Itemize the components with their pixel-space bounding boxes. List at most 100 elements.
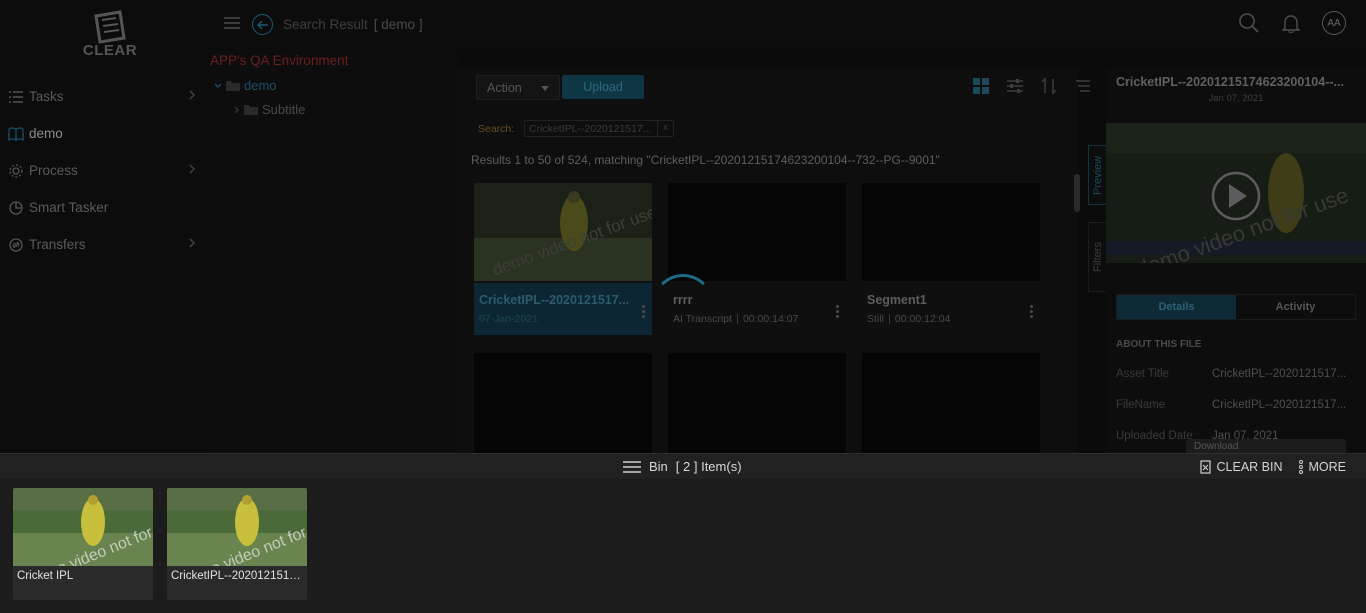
bin-item[interactable]: demo video not for use Cricket IPL (13, 488, 153, 600)
gear-icon (8, 163, 24, 179)
sort-icon[interactable] (1040, 77, 1058, 95)
more-label: MORE (1308, 460, 1347, 474)
asset-meta: CricketIPL--2020121517... 07-Jan-2021 (474, 283, 652, 335)
top-bar: Search Result [ demo ] AA (208, 0, 1366, 50)
asset-thumbnail (862, 183, 1040, 281)
results-scrollbar[interactable] (1074, 174, 1080, 212)
action-dropdown-label: Action (487, 81, 522, 95)
folder-icon (226, 81, 240, 91)
bin-title-text: Bin (649, 459, 668, 474)
asset-subtitle: 07-Jan-2021 (479, 313, 538, 325)
bin-item-thumbnail: demo video not for use (167, 488, 307, 566)
asset-card[interactable]: Segment1 Still 00:00:12:04 (862, 183, 1040, 335)
loading-spinner (652, 274, 714, 336)
more-button[interactable]: MORE (1298, 460, 1347, 474)
tree-node-demo[interactable]: demo (214, 78, 277, 93)
logo-text: CLEAR (82, 42, 138, 59)
top-actions: AA (1238, 11, 1346, 35)
sidebar-item-smart-tasker[interactable]: Smart Tasker (0, 189, 208, 226)
chevron-right-icon (189, 164, 195, 174)
environment-label: APP's QA Environment (210, 53, 349, 68)
arrow-left-icon (256, 20, 268, 29)
detail-value: CricketIPL--2020121517... (1212, 368, 1347, 380)
clear-bin-label: CLEAR BIN (1216, 460, 1283, 474)
tab-activity[interactable]: Activity (1236, 295, 1355, 319)
search-icon[interactable] (1238, 12, 1260, 34)
chevron-right-icon[interactable] (234, 106, 240, 114)
details-title: CricketIPL--20201215174623200104--... (1116, 75, 1344, 89)
detail-key: FileName (1116, 399, 1166, 411)
asset-card[interactable]: demo video not for use CricketIPL--20201… (474, 183, 652, 335)
asset-thumbnail (668, 183, 846, 281)
clear-bin-button[interactable]: CLEAR BIN (1199, 460, 1283, 474)
search-filter-chip[interactable]: CricketIPL--2020121517... x (524, 120, 674, 137)
avatar[interactable]: AA (1322, 11, 1346, 35)
tab-preview[interactable]: Preview (1088, 145, 1108, 205)
bin-item[interactable]: demo video not for use CricketIPL--20201… (167, 488, 307, 600)
sidebar-nav: Tasks demo Process Smart Tasker Transfer… (0, 78, 208, 263)
chevron-down-icon[interactable] (214, 83, 222, 89)
clear-logo-icon (94, 10, 126, 44)
page-title: Search Result [ demo ] (283, 17, 423, 32)
folder-tree: APP's QA Environment demo Subtitle (208, 50, 458, 453)
download-popup[interactable]: Download (1186, 439, 1346, 453)
search-chip-value: CricketIPL--2020121517... (529, 123, 652, 135)
sidebar-item-tasks[interactable]: Tasks (0, 78, 208, 115)
asset-card-loading[interactable] (474, 353, 652, 453)
asset-card-loading[interactable] (862, 353, 1040, 453)
bin-panel: Bin [ 2 ] Item(s) CLEAR BIN MORE video n… (0, 453, 1366, 613)
asset-title: Segment1 (867, 293, 927, 307)
transfer-icon (8, 237, 24, 253)
list-icon (8, 89, 24, 105)
bin-count: [ 2 ] Item(s) (675, 459, 742, 474)
caret-down-icon (541, 86, 549, 91)
sliders-icon[interactable] (1006, 77, 1024, 95)
bin-item-thumbnail: demo video not for use (13, 488, 153, 566)
sidebar-item-process[interactable]: Process (0, 152, 208, 189)
results-summary: Results 1 to 50 of 524, matching "Cricke… (471, 153, 940, 167)
more-vert-icon[interactable] (836, 305, 840, 320)
chevron-right-icon (189, 238, 195, 248)
video-preview[interactable]: demo video not for use (1106, 123, 1366, 263)
chevron-right-icon (189, 90, 195, 100)
back-button[interactable] (252, 14, 273, 35)
sidebar-item-demo[interactable]: demo (0, 115, 208, 152)
action-dropdown[interactable]: Action (476, 75, 560, 100)
smart-tasker-icon (8, 200, 24, 216)
more-vert-icon[interactable] (642, 305, 646, 320)
section-heading: ABOUT THIS FILE (1116, 339, 1202, 350)
folder-icon (244, 105, 258, 115)
detail-value: CricketIPL--2020121517... (1212, 399, 1347, 411)
details-panel: CricketIPL--20201215174623200104--... Ja… (1106, 68, 1366, 453)
more-vert-icon (1298, 460, 1303, 474)
list-view-icon[interactable] (1074, 79, 1090, 93)
page-title-text: Search Result (283, 17, 368, 32)
detail-key: Uploaded Date (1116, 430, 1193, 442)
bin-item-label: Cricket IPL (17, 570, 74, 582)
sidebar-item-label: Smart Tasker (29, 200, 109, 215)
asset-card-loading[interactable] (668, 353, 846, 453)
clear-bin-icon (1199, 460, 1211, 474)
tab-filters[interactable]: Filters (1088, 222, 1108, 292)
details-date: Jan 07, 2021 (1208, 93, 1264, 104)
more-vert-icon[interactable] (1030, 305, 1034, 320)
tree-node-subtitle[interactable]: Subtitle (234, 102, 305, 117)
sidebar-item-label: Tasks (29, 89, 64, 104)
tree-node-label: Subtitle (262, 102, 306, 117)
sidebar: CLEAR Tasks demo Process Smart Tasker Tr… (0, 0, 208, 453)
menu-toggle-icon[interactable] (224, 16, 240, 35)
bell-icon[interactable] (1282, 13, 1300, 33)
tree-node-label: demo (244, 78, 277, 93)
bin-item-label: CricketIPL--2020121517... (171, 570, 303, 582)
clear-logo[interactable]: CLEAR (80, 10, 140, 62)
sidebar-item-transfers[interactable]: Transfers (0, 226, 208, 263)
remove-filter-button[interactable]: x (657, 121, 673, 136)
tab-details[interactable]: Details (1117, 295, 1236, 319)
search-filter-label: Search: (478, 123, 515, 135)
app-root: CLEAR Tasks demo Process Smart Tasker Tr… (0, 0, 1366, 613)
sidebar-item-label: Process (29, 163, 78, 178)
upload-button[interactable]: Upload (562, 75, 644, 99)
bin-title[interactable]: Bin [ 2 ] Item(s) (623, 459, 742, 474)
detail-key: Asset Title (1116, 368, 1170, 380)
grid-view-icon[interactable] (972, 77, 990, 95)
